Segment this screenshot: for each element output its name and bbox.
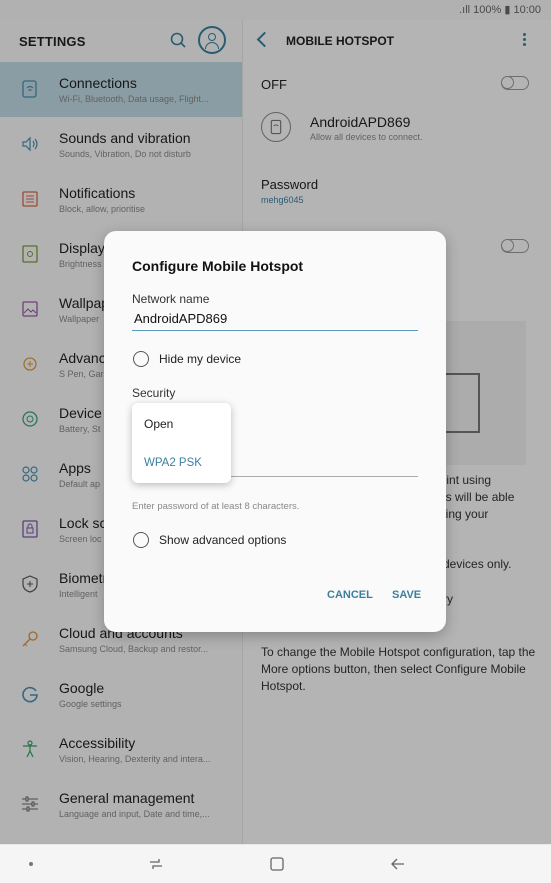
network-name-label: Network name [132, 292, 210, 306]
security-option-wpa2-psk[interactable]: WPA2 PSK [144, 457, 202, 469]
home-icon[interactable] [269, 856, 285, 872]
cancel-button[interactable]: CANCEL [327, 589, 373, 601]
recents-icon[interactable] [148, 856, 164, 872]
advanced-options-checkbox[interactable] [133, 532, 149, 548]
hide-device-checkbox[interactable] [133, 351, 149, 367]
back-nav-icon[interactable] [390, 856, 406, 872]
dot-icon[interactable] [28, 861, 34, 867]
hide-device-label: Hide my device [159, 352, 242, 366]
dialog-title: Configure Mobile Hotspot [132, 258, 304, 274]
security-label: Security [132, 386, 176, 400]
security-option-open[interactable]: Open [144, 417, 173, 431]
network-name-input[interactable]: AndroidAPD869 [132, 309, 418, 331]
security-dropdown: Open WPA2 PSK [132, 403, 231, 483]
password-hint: Enter password of at least 8 characters. [132, 501, 300, 512]
navigation-bar [0, 844, 551, 883]
advanced-options-label: Show advanced options [159, 533, 287, 547]
save-button[interactable]: SAVE [392, 589, 421, 601]
